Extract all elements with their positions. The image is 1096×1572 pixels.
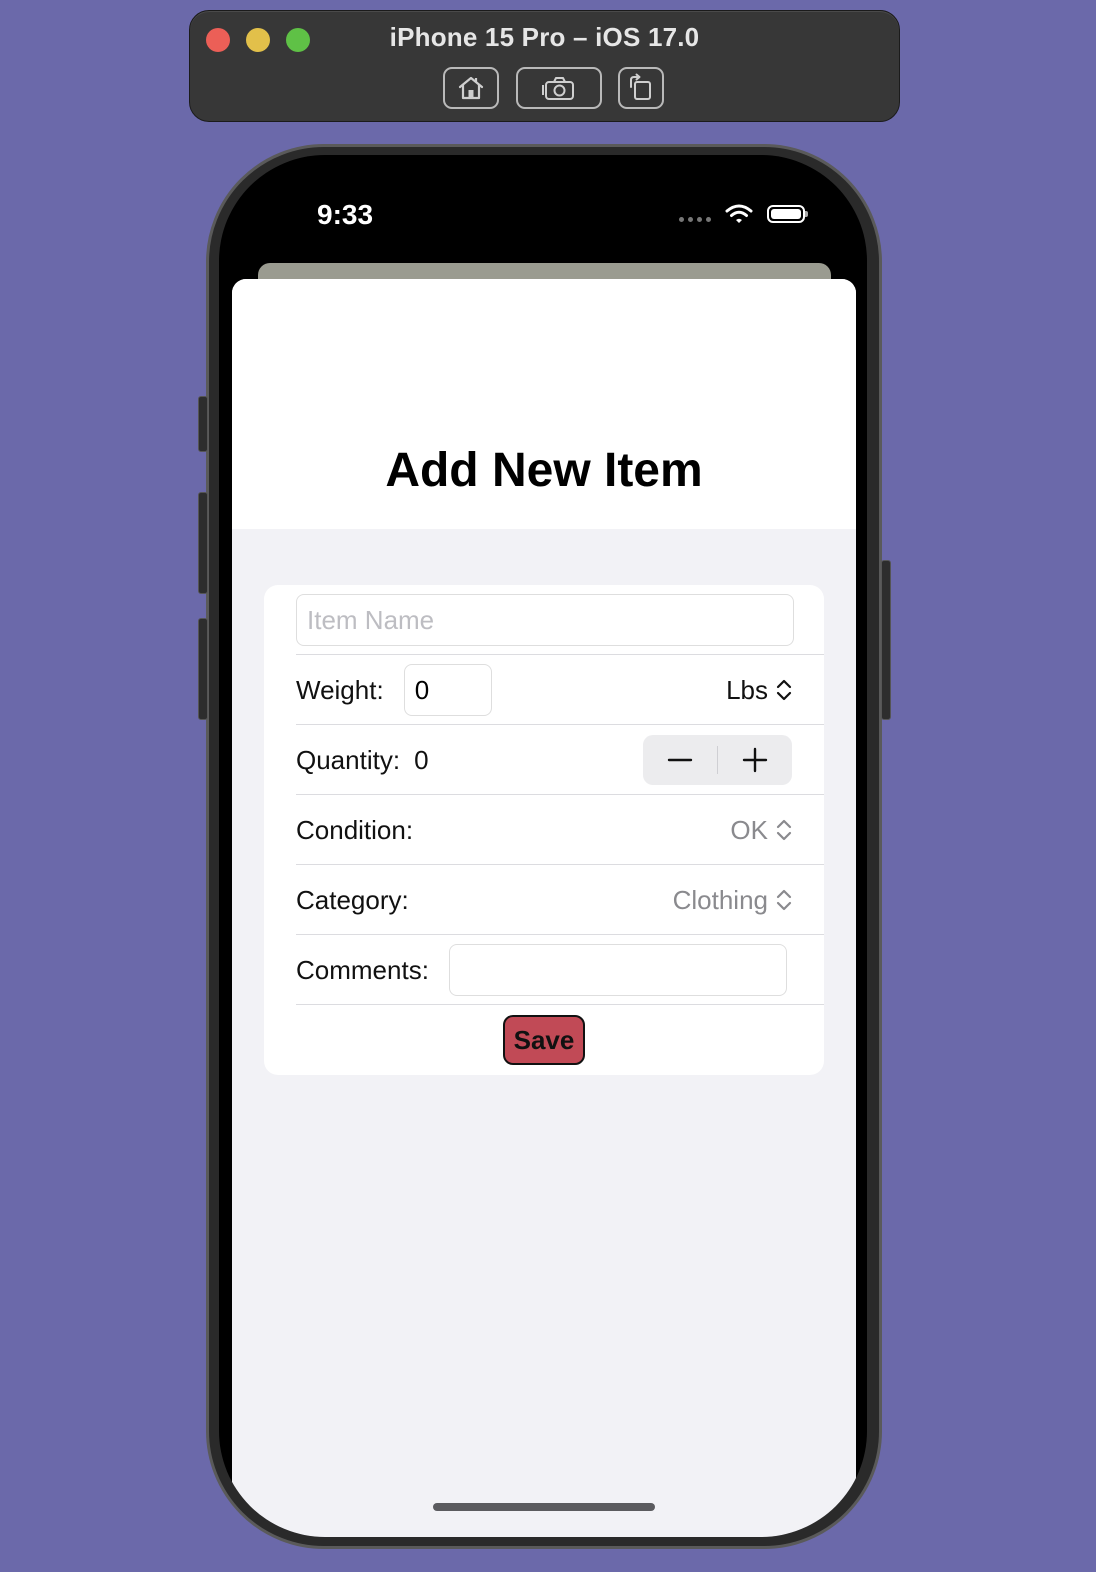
add-item-sheet: Add New Item Weight: Lbs [232,279,856,1537]
weight-input[interactable] [403,664,492,716]
minus-icon [667,758,693,762]
comments-row: Comments: [296,935,824,1005]
chevron-up-down-icon [776,819,792,841]
weight-row: Weight: Lbs [296,655,824,725]
phone-screen: 9:33 Add New Item Weight: [219,155,867,1537]
battery-icon [767,205,808,223]
rotate-icon [630,73,651,100]
condition-row: Condition: OK [296,795,824,865]
chevron-up-down-icon [776,679,792,701]
wifi-icon [725,204,753,223]
sheet-header: Add New Item [232,279,856,529]
item-name-input[interactable] [296,594,794,646]
category-label: Category: [296,884,409,915]
save-row: Save [264,1005,824,1075]
plus-icon [742,747,768,773]
quantity-value: 0 [414,744,429,775]
status-icons [679,203,808,225]
category-value: Clothing [672,884,768,915]
category-row: Category: Clothing [296,865,824,935]
simulator-toolbar: iPhone 15 Pro – iOS 17.0 [189,10,900,122]
increment-button[interactable] [718,735,792,785]
action-button [198,396,208,452]
condition-value: OK [730,814,768,845]
status-time: 9:33 [317,199,374,230]
signal-dots-icon [679,216,711,222]
weight-unit-value: Lbs [726,674,768,705]
home-indicator[interactable] [433,1503,655,1511]
rotate-button[interactable] [618,67,664,109]
decrement-button[interactable] [643,735,717,785]
camera-icon [542,77,574,100]
quantity-row: Quantity: 0 [296,725,824,795]
comments-input[interactable] [448,944,787,996]
comments-label: Comments: [296,954,429,985]
save-button[interactable]: Save [502,1015,586,1065]
category-picker[interactable]: Clothing [673,885,792,916]
screenshot-button[interactable] [516,67,602,109]
item-form: Weight: Lbs Quantity: 0 [264,585,824,1075]
quantity-stepper [643,735,792,785]
volume-down-button [198,618,208,720]
weight-unit-picker[interactable]: Lbs [726,675,792,706]
condition-label: Condition: [296,814,414,845]
power-button [881,560,891,720]
weight-label: Weight: [296,674,384,705]
condition-picker[interactable]: OK [730,815,792,846]
simulator-title: iPhone 15 Pro – iOS 17.0 [389,22,700,52]
home-button[interactable] [443,67,499,109]
home-icon [458,76,484,100]
page-title: Add New Item [385,444,703,497]
volume-up-button [198,492,208,594]
quantity-label: Quantity: [296,744,401,775]
item-name-row [296,585,824,655]
chevron-up-down-icon [776,889,792,911]
